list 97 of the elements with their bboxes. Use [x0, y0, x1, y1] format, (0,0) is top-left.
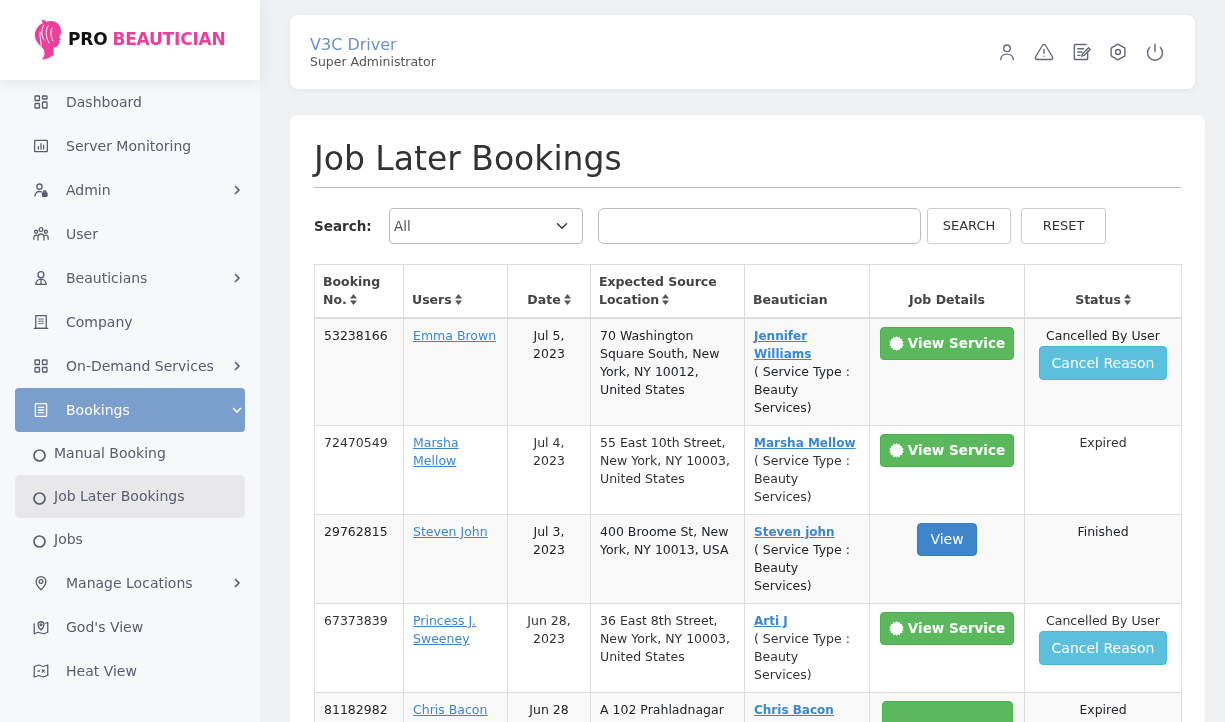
table-cell: A 102 Prahladnagar — [590, 692, 745, 722]
chevron-right-icon — [232, 185, 242, 195]
role-text: Super Administrator — [310, 54, 436, 70]
edit-icon[interactable] — [1071, 42, 1091, 62]
column-header[interactable]: Expected Source Location — [590, 264, 745, 318]
table-cell: 81182982 — [314, 692, 404, 722]
table-cell: 36 East 8th Street, New York, NY 10003, United States — [590, 603, 745, 693]
building-icon — [32, 313, 50, 331]
status-text: Expired — [1079, 701, 1127, 719]
chevron-right-icon — [232, 273, 242, 283]
table-cell: Jul 4, 2023 — [507, 425, 591, 515]
chevron-right-icon — [232, 361, 242, 371]
column-header[interactable]: Users — [403, 264, 508, 318]
starburst-icon — [888, 336, 904, 351]
map-icon — [32, 662, 50, 680]
sidebar-item[interactable]: On-Demand Services — [15, 344, 245, 388]
status-text: Cancelled By User — [1046, 612, 1160, 630]
warning-icon[interactable] — [1034, 42, 1054, 62]
table-cell: 70 Washington Square South, New York, NY 10012, United States — [590, 318, 745, 426]
chevron-down-icon — [232, 405, 242, 415]
user-link[interactable]: Princess J. Sweeney — [413, 612, 498, 648]
map-with-pin-icon — [32, 618, 50, 636]
document-icon — [32, 401, 50, 419]
circle-icon — [33, 535, 46, 548]
bar-chart-icon — [32, 137, 50, 155]
status-text: Expired — [1079, 434, 1127, 452]
table-cell: 55 East 10th Street, New York, NY 10003, United States — [590, 425, 745, 515]
power-icon[interactable] — [1145, 42, 1165, 62]
search-input[interactable] — [598, 208, 921, 244]
filter-select[interactable]: All — [389, 208, 583, 244]
search-button[interactable]: SEARCH — [927, 208, 1011, 244]
sidebar-item[interactable]: God's View — [15, 605, 245, 649]
grid-icon — [32, 93, 50, 111]
user-link[interactable]: Marsha Mellow — [413, 434, 498, 470]
column-header[interactable]: Booking No. — [314, 264, 404, 318]
table-cell: Jun 28, 2023 — [507, 603, 591, 693]
settings-icon[interactable] — [1108, 42, 1128, 62]
starburst-icon — [888, 443, 904, 458]
sidebar-subitem[interactable]: Jobs — [15, 518, 245, 561]
sidebar-item[interactable]: Heat View — [15, 649, 245, 693]
table-cell: 400 Broome St, New York, NY 10013, USA — [590, 514, 745, 604]
sidebar-item[interactable]: Dashboard — [15, 80, 245, 124]
users-icon — [32, 225, 50, 243]
search-label: Search: — [314, 216, 373, 236]
sidebar-item[interactable]: User — [15, 212, 245, 256]
grid-icon — [32, 357, 50, 375]
user-link[interactable]: Emma Brown — [413, 327, 497, 345]
user-name: V3C Driver — [310, 34, 398, 55]
person-icon — [32, 269, 50, 287]
status-text: Finished — [1077, 523, 1129, 541]
table-cell: Jul 5, 2023 — [507, 318, 591, 426]
user-link[interactable]: Chris Bacon — [413, 701, 488, 719]
sidebar-item[interactable]: Company — [15, 300, 245, 344]
table-cell: Jun 28 — [507, 692, 591, 722]
beautician-link[interactable]: Marsha Mellow — [754, 434, 856, 452]
page-title: Job Later Bookings — [314, 139, 622, 179]
sort-icon — [454, 294, 462, 305]
sidebar-item[interactable]: Admin — [15, 168, 245, 212]
column-header: Job Details — [869, 264, 1025, 318]
table-cell: 72470549 — [314, 425, 404, 515]
beautician-link[interactable]: Jennifer Williams — [754, 327, 856, 363]
service-type-text: ( Service Type : Beauty Services) — [754, 630, 851, 684]
table-cell: Jul 3, 2023 — [507, 514, 591, 604]
circle-icon — [33, 492, 46, 505]
user-link[interactable]: Steven John — [413, 523, 488, 541]
sort-icon — [1123, 294, 1131, 305]
service-type-text: ( Service Type : Beauty Services) — [754, 452, 851, 506]
chevron-right-icon — [232, 578, 242, 588]
status-text: Cancelled By User — [1046, 327, 1160, 345]
column-header: Beautician — [744, 264, 870, 318]
sidebar-subitem[interactable]: Job Later Bookings — [15, 475, 245, 518]
starburst-icon — [888, 621, 904, 636]
view-button[interactable]: View — [917, 523, 977, 556]
table-cell: 29762815 — [314, 514, 404, 604]
sidebar-item[interactable]: Beauticians — [15, 256, 245, 300]
user-lock-icon — [32, 181, 50, 199]
table-cell: 67373839 — [314, 603, 404, 693]
service-type-text: ( Service Type : Beauty Services) — [754, 363, 851, 417]
sort-icon — [563, 294, 571, 305]
map-pin-icon — [32, 574, 50, 592]
sort-icon — [662, 294, 670, 305]
beautician-link[interactable]: Arti J — [754, 612, 788, 630]
sidebar-item[interactable]: Server Monitoring — [15, 124, 245, 168]
sort-icon — [349, 294, 357, 305]
sidebar-subitem[interactable]: Manual Booking — [15, 432, 245, 475]
table-cell: 53238166 — [314, 318, 404, 426]
column-header[interactable]: Status — [1024, 264, 1182, 318]
logo-prefix-text: PRO — [68, 28, 108, 52]
user-icon[interactable] — [997, 42, 1017, 62]
sidebar-item[interactable]: Manage Locations — [15, 561, 245, 605]
beautician-link[interactable]: Steven john — [754, 523, 835, 541]
column-header[interactable]: Date — [507, 264, 591, 318]
service-type-text: ( Service Type : Beauty Services) — [754, 541, 851, 595]
beautician-link[interactable]: Chris Bacon — [754, 701, 834, 719]
logo-name-text: BEAUTICIAN — [112, 28, 226, 52]
circle-icon — [33, 449, 46, 462]
reset-button[interactable]: RESET — [1021, 208, 1106, 244]
